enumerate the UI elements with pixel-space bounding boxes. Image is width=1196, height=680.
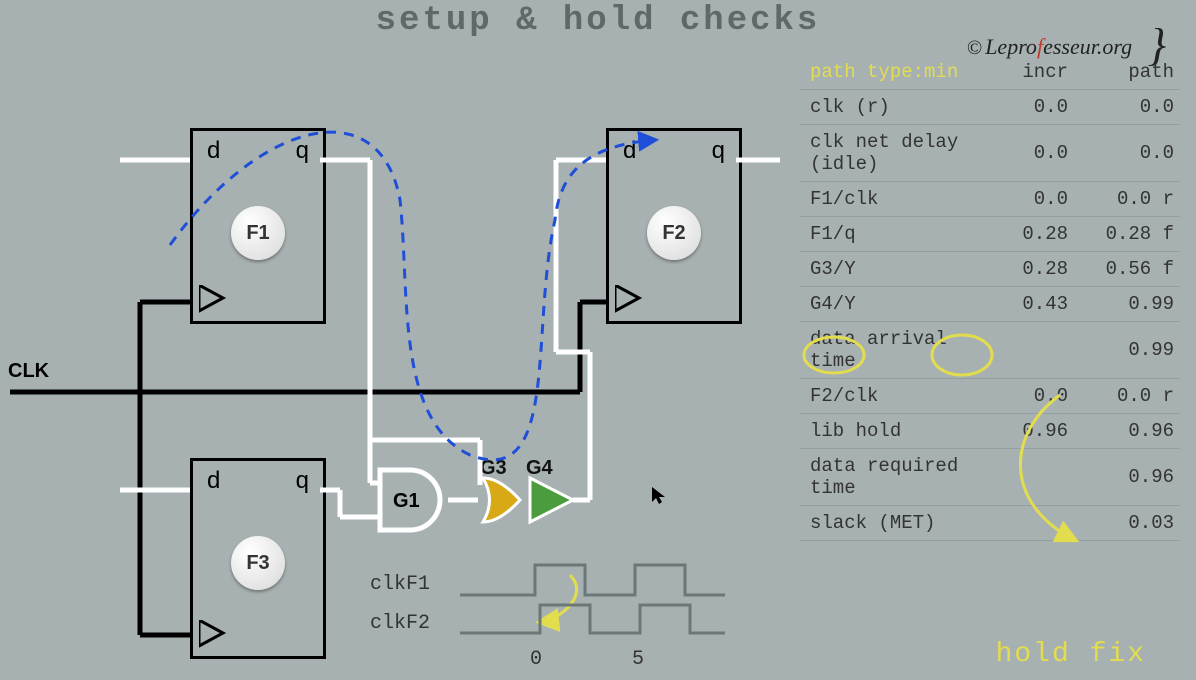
table-row: F1/q0.280.28 f xyxy=(800,217,1180,252)
ff-name-disc: F3 xyxy=(231,536,285,590)
table-row: lib hold0.960.96 xyxy=(800,414,1180,449)
table-row: G4/Y0.430.99 xyxy=(800,287,1180,322)
clock-edge-icon xyxy=(199,285,229,315)
ff-q-label: q xyxy=(712,137,725,165)
table-row: clk (r)0.00.0 xyxy=(800,90,1180,125)
ff-d-label: d xyxy=(207,137,220,165)
table-row: F1/clk0.00.0 r xyxy=(800,182,1180,217)
gate-label-g3: G3 xyxy=(480,457,507,480)
hold-fix-label: hold fix xyxy=(996,639,1146,670)
row-incr xyxy=(968,322,1074,379)
waveform-label-clkf2: clkF2 xyxy=(370,612,430,635)
flipflop-f2: d q F2 xyxy=(606,128,742,324)
timing-table: path type:min incr path clk (r)0.00.0 cl… xyxy=(800,55,1180,541)
row-name: F2/clk xyxy=(800,379,968,414)
buffer-gate-g3 xyxy=(483,478,520,522)
table-row: slack (MET) 0.03 xyxy=(800,506,1180,541)
row-name: lib hold xyxy=(800,414,968,449)
row-path: 0.0 xyxy=(1074,125,1180,182)
row-name: G3/Y xyxy=(800,252,968,287)
ff-d-label: d xyxy=(623,137,636,165)
row-path: 0.96 xyxy=(1074,414,1180,449)
ff-d-label: d xyxy=(207,467,220,495)
row-path: 0.0 xyxy=(1074,90,1180,125)
ff-q-label: q xyxy=(296,137,309,165)
clock-edge-icon xyxy=(199,620,229,650)
row-path: 0.96 xyxy=(1074,449,1180,506)
waveform-clkf1 xyxy=(460,565,725,595)
table-header-row: path type:min incr path xyxy=(800,55,1180,90)
gate-label-g1: G1 xyxy=(393,490,420,513)
row-path: 0.03 xyxy=(1074,506,1180,541)
col-hdr-path-type: path type:min xyxy=(800,55,968,90)
row-incr: 0.28 xyxy=(968,217,1074,252)
col-hdr-path: path xyxy=(1074,55,1180,90)
table-row: clk net delay (idle)0.00.0 xyxy=(800,125,1180,182)
gate-label-g4: G4 xyxy=(526,457,553,480)
row-name: F1/clk xyxy=(800,182,968,217)
table-row: data required time 0.96 xyxy=(800,449,1180,506)
clk-label: CLK xyxy=(8,360,49,383)
table-row: G3/Y0.280.56 f xyxy=(800,252,1180,287)
row-incr xyxy=(968,506,1074,541)
ff-q-label: q xyxy=(296,467,309,495)
row-incr: 0.0 xyxy=(968,90,1074,125)
flipflop-f1: d q F1 xyxy=(190,128,326,324)
waveform-tick-5: 5 xyxy=(632,648,644,671)
yellow-wave-arrow xyxy=(540,575,577,622)
ff-name: F3 xyxy=(246,552,269,575)
row-incr: 0.0 xyxy=(968,125,1074,182)
row-path: 0.28 f xyxy=(1074,217,1180,252)
waveform-label-clkf1: clkF1 xyxy=(370,573,430,596)
ff-name-disc: F1 xyxy=(231,206,285,260)
cursor-icon xyxy=(651,486,667,512)
ff-name: F1 xyxy=(246,222,269,245)
row-path: 0.0 r xyxy=(1074,379,1180,414)
waveform-clkf2 xyxy=(460,605,725,633)
col-hdr-incr: incr xyxy=(968,55,1074,90)
row-path: 0.56 f xyxy=(1074,252,1180,287)
row-name: F1/q xyxy=(800,217,968,252)
flipflop-f3: d q F3 xyxy=(190,458,326,659)
row-incr xyxy=(968,449,1074,506)
table-row: F2/clk0.00.0 r xyxy=(800,379,1180,414)
ff-name: F2 xyxy=(662,222,685,245)
row-incr: 0.28 xyxy=(968,252,1074,287)
row-incr: 0.43 xyxy=(968,287,1074,322)
row-incr: 0.0 xyxy=(968,379,1074,414)
table-row: data arrival time 0.99 xyxy=(800,322,1180,379)
row-incr: 0.0 xyxy=(968,182,1074,217)
waveform-tick-0: 0 xyxy=(530,648,542,671)
row-name: G4/Y xyxy=(800,287,968,322)
row-name: clk net delay (idle) xyxy=(800,125,968,182)
ff-name-disc: F2 xyxy=(647,206,701,260)
row-incr: 0.96 xyxy=(968,414,1074,449)
row-path: 0.0 r xyxy=(1074,182,1180,217)
row-name: data arrival time xyxy=(800,322,968,379)
row-name: data required time xyxy=(800,449,968,506)
row-name: clk (r) xyxy=(800,90,968,125)
clock-edge-icon xyxy=(615,285,645,315)
timing-report: path type:min incr path clk (r)0.00.0 cl… xyxy=(800,55,1180,541)
row-name: slack (MET) xyxy=(800,506,968,541)
row-path: 0.99 xyxy=(1074,287,1180,322)
row-path: 0.99 xyxy=(1074,322,1180,379)
buffer-gate-g4 xyxy=(530,478,573,522)
